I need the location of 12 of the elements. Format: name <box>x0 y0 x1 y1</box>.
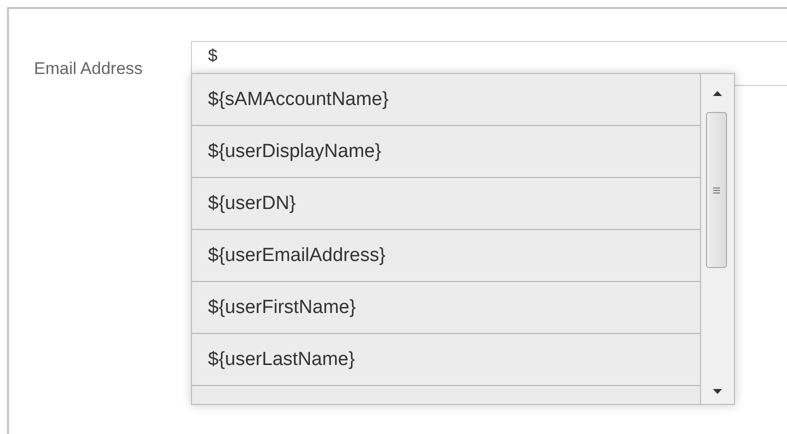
scrollbar[interactable] <box>701 74 734 404</box>
scroll-up-icon[interactable] <box>713 91 722 96</box>
field-label: Email Address <box>33 58 144 79</box>
scroll-down-icon[interactable] <box>713 389 722 394</box>
suggestion-item[interactable]: ${userFirstName} <box>192 282 700 334</box>
suggestion-item[interactable]: ${userLastName} <box>192 334 700 386</box>
suggestion-item[interactable]: ${sAMAccountName} <box>192 74 700 126</box>
scrollbar-thumb[interactable] <box>706 112 727 268</box>
suggestion-item[interactable]: ${userDN} <box>192 178 700 230</box>
suggestion-item[interactable]: ${userEmailAddress} <box>192 230 700 282</box>
suggestion-item[interactable]: ${userDisplayName} <box>192 126 700 178</box>
grip-icon <box>713 186 720 194</box>
